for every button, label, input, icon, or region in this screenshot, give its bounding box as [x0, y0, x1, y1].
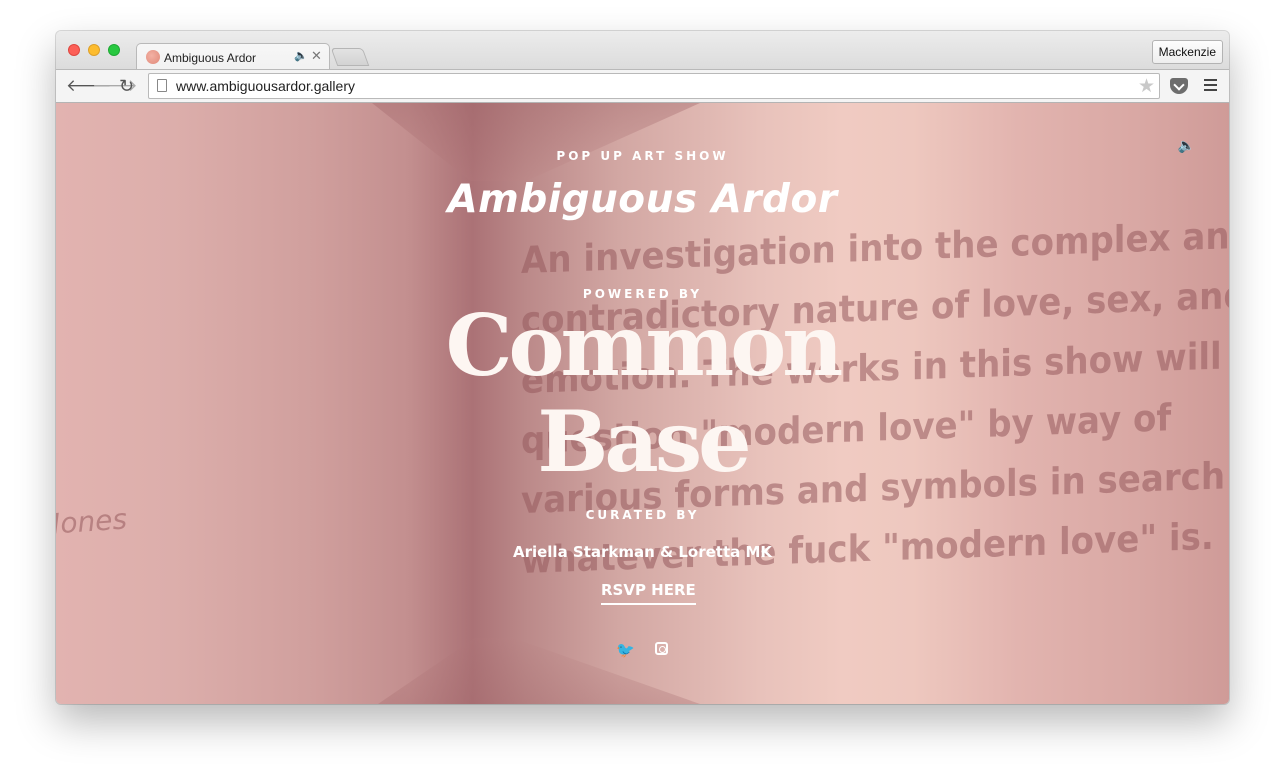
page-icon: [157, 79, 167, 92]
hamburger-menu-icon[interactable]: [1204, 79, 1217, 92]
curated-by-label: CURATED BY: [585, 508, 700, 522]
ceiling-shape: [372, 103, 700, 181]
reload-icon[interactable]: ↻: [119, 76, 134, 96]
tab-title: Ambiguous Ardor: [164, 51, 257, 65]
close-tab-icon[interactable]: ✕: [311, 48, 322, 64]
speaker-icon[interactable]: 🔈: [294, 49, 308, 62]
favicon-icon: [146, 50, 160, 64]
minimize-window-button[interactable]: [88, 44, 100, 56]
address-bar[interactable]: www.ambiguousardor.gallery ★: [148, 73, 1160, 99]
show-title: Ambiguous Ardor: [447, 177, 838, 222]
curators-names: Ariella Starkman & Loretta MK: [512, 543, 773, 561]
new-tab-button[interactable]: [330, 48, 370, 66]
browser-window: Ambiguous Ardor 🔈 ✕ Mackenzie 🡐 🡒 ↻ www.…: [56, 31, 1229, 704]
browser-toolbar: 🡐 🡒 ↻ www.ambiguousardor.gallery ★: [56, 69, 1229, 103]
instagram-icon[interactable]: [655, 642, 668, 655]
floor-shape: [378, 638, 700, 704]
eyebrow-label: POP UP ART SHOW: [556, 149, 729, 163]
url-text[interactable]: www.ambiguousardor.gallery: [176, 78, 355, 94]
page-viewport: An investigation into the complex and co…: [56, 103, 1229, 704]
brand-line-1: Common: [445, 296, 844, 395]
rsvp-link[interactable]: RSVP HERE: [601, 581, 696, 605]
maximize-window-button[interactable]: [108, 44, 120, 56]
tab-strip: Ambiguous Ardor 🔈 ✕ Mackenzie: [56, 31, 1229, 71]
brand-logo: Common Base: [56, 298, 1229, 490]
brand-line-2: Base: [537, 392, 751, 491]
profile-button[interactable]: Mackenzie: [1151, 40, 1223, 64]
pocket-icon[interactable]: [1170, 78, 1188, 94]
bookmark-star-icon[interactable]: ★: [1138, 75, 1155, 98]
close-window-button[interactable]: [68, 44, 80, 56]
twitter-icon[interactable]: 🐦: [616, 641, 635, 659]
active-tab[interactable]: Ambiguous Ardor 🔈 ✕: [136, 43, 330, 71]
